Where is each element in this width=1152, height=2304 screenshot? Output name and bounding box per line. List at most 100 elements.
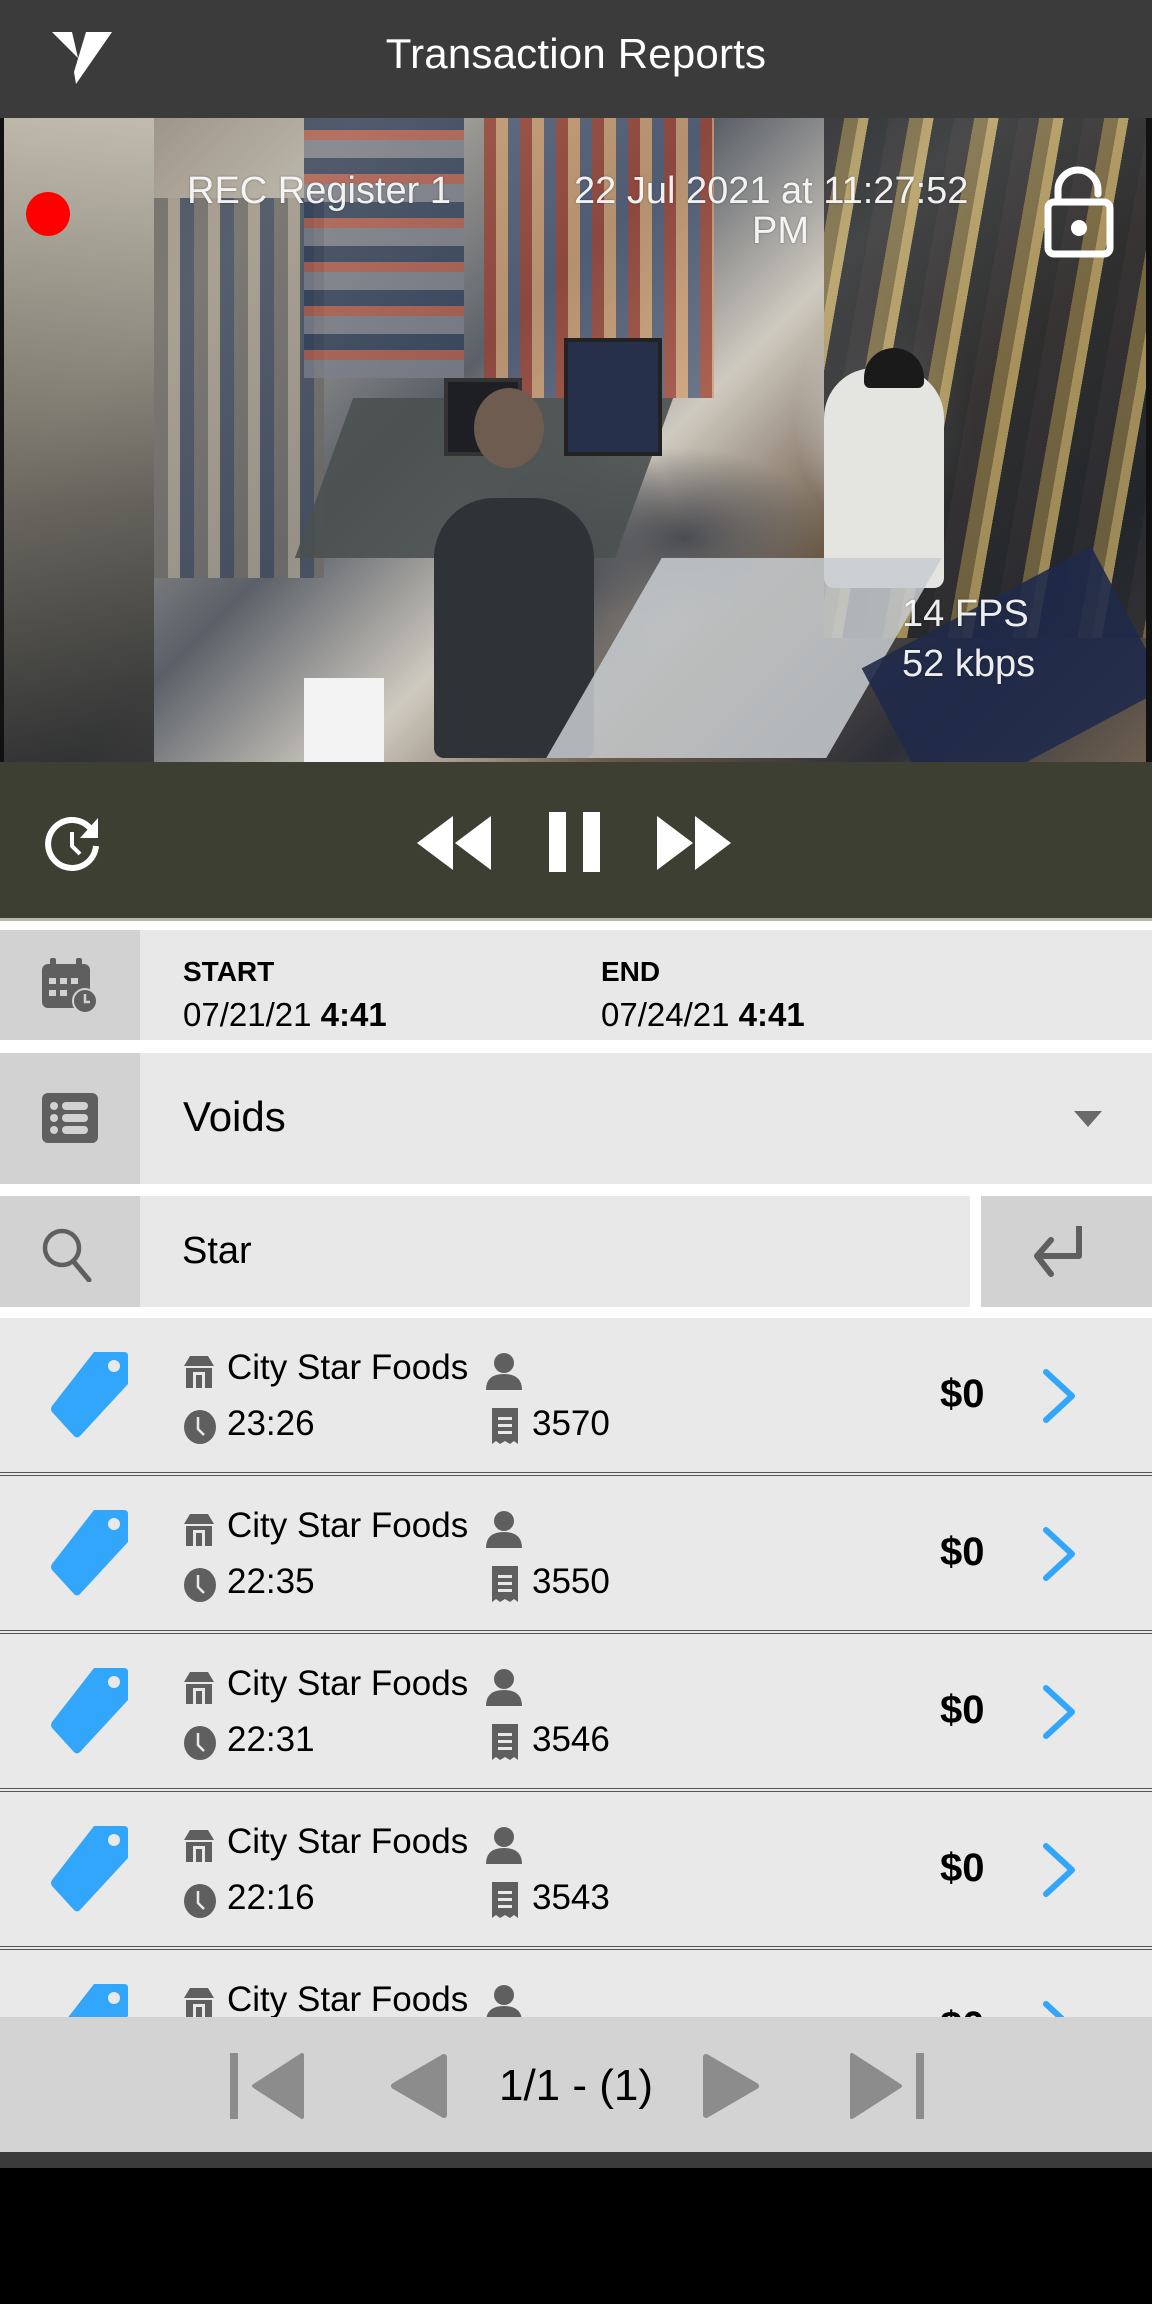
store-name: City Star Foods (227, 1664, 469, 1703)
chevron-right-icon[interactable] (1040, 1842, 1080, 1898)
store-icon (184, 1514, 214, 1546)
receipt-number: 3550 (532, 1562, 610, 1601)
transaction-time: 22:35 (227, 1562, 315, 1601)
search-submit-button[interactable] (981, 1196, 1152, 1307)
transaction-amount: $0 (940, 1846, 985, 1890)
transaction-row[interactable]: City Star Foods 23:26 3570 $0 (0, 1318, 1152, 1476)
transaction-amount: $0 (940, 2004, 985, 2018)
end-date: 07/24/21 (601, 996, 730, 1033)
start-time: 4:41 (320, 996, 387, 1033)
scene-pos-screen (564, 338, 662, 456)
transaction-list[interactable]: City Star Foods 23:26 3570 $0 City Star Food… (0, 1318, 1152, 2018)
video-timestamp-ampm: PM (752, 210, 809, 252)
end-datetime[interactable]: 07/24/21 4:41 (601, 996, 805, 1034)
dropdown-caret-icon (1074, 1111, 1102, 1127)
store-name: City Star Foods (227, 1506, 469, 1545)
store-name: City Star Foods (227, 1980, 469, 2018)
page-title: Transaction Reports (385, 30, 767, 77)
store-icon (184, 1672, 214, 1704)
list-icon-cell (0, 1053, 140, 1184)
report-type-dropdown[interactable]: Voids (0, 1053, 1152, 1184)
report-type-value: Voids (183, 1093, 286, 1140)
user-icon (486, 1985, 522, 2018)
transaction-row[interactable]: City Star Foods $0 (0, 1950, 1152, 2018)
transaction-row[interactable]: City Star Foods 22:35 3550 $0 (0, 1476, 1152, 1634)
video-fps: 14 FPS (902, 593, 1029, 635)
price-tag-icon (51, 1668, 128, 1754)
receipt-icon (492, 1882, 518, 1918)
transaction-row[interactable]: City Star Foods 22:31 3546 $0 (0, 1634, 1152, 1792)
receipt-icon (492, 1408, 518, 1444)
search-icon-cell (0, 1196, 140, 1307)
receipt-number: 3570 (532, 1404, 610, 1443)
start-date: 07/21/21 (183, 996, 312, 1033)
store-name: City Star Foods (227, 1822, 469, 1861)
camera-video-feed[interactable]: REC Register 1 22 Jul 2021 at 11:27:52 P… (0, 118, 1152, 762)
page-indicator: 1/1 - (1) (498, 2061, 654, 2110)
chevron-right-icon[interactable] (1040, 2000, 1080, 2018)
transaction-time: 22:16 (227, 1878, 315, 1917)
pause-icon[interactable] (549, 812, 601, 872)
receipt-icon (492, 1566, 518, 1602)
transaction-amount: $0 (940, 1530, 985, 1574)
transaction-time: 22:31 (227, 1720, 315, 1759)
receipt-icon (492, 1724, 518, 1760)
search-input[interactable] (140, 1196, 960, 1307)
list-icon (42, 1093, 98, 1143)
store-icon (184, 1356, 214, 1388)
divider (0, 918, 1152, 921)
chevron-right-icon[interactable] (1040, 1368, 1080, 1424)
video-timestamp: 22 Jul 2021 at 11:27:52 (574, 170, 969, 212)
receipt-number: 3543 (532, 1878, 610, 1917)
bottom-edge-bar (0, 2152, 1152, 2168)
scene-customer (824, 368, 944, 588)
price-tag-icon (51, 1510, 128, 1596)
price-tag-icon (51, 1826, 128, 1912)
scene-aisle-shelf (304, 118, 464, 378)
recording-indicator (26, 192, 70, 236)
camera-label: REC Register 1 (187, 170, 451, 212)
transaction-row[interactable]: City Star Foods 22:16 3543 $0 (0, 1792, 1152, 1950)
last-page-icon[interactable] (850, 2053, 926, 2119)
clock-icon (184, 1410, 216, 1444)
user-icon (486, 1511, 522, 1548)
end-label: END (601, 956, 661, 987)
enter-icon (1034, 1226, 1082, 1277)
chevron-right-icon[interactable] (1040, 1526, 1080, 1582)
player-controls (0, 762, 1152, 918)
store-icon (184, 1830, 214, 1862)
start-label: START (183, 956, 275, 987)
user-icon (486, 1353, 522, 1390)
store-name: City Star Foods (227, 1348, 469, 1387)
search-bar (0, 1196, 970, 1307)
clock-icon (184, 1884, 216, 1918)
rewind-icon[interactable] (417, 816, 493, 870)
clock-icon (184, 1568, 216, 1602)
pagination-bar: 1/1 - (1) (0, 2017, 1152, 2152)
unlock-icon[interactable] (1044, 166, 1116, 258)
end-time: 4:41 (738, 996, 805, 1033)
scene-display-rack (154, 198, 324, 578)
fast-forward-icon[interactable] (657, 816, 733, 870)
user-icon (486, 1827, 522, 1864)
chevron-right-icon[interactable] (1040, 1684, 1080, 1740)
transaction-amount: $0 (940, 1372, 985, 1416)
search-icon (42, 1228, 92, 1282)
store-icon (184, 1988, 214, 2018)
app-header: Transaction Reports (0, 0, 1152, 118)
video-bitrate: 52 kbps (902, 643, 1036, 685)
user-icon (486, 1669, 522, 1706)
price-tag-icon (67, 1984, 128, 2018)
clock-icon (184, 1726, 216, 1760)
app: Transaction Reports REC Register 1 22 Ju… (0, 0, 1152, 2168)
transaction-amount: $0 (940, 1688, 985, 1732)
transaction-time: 23:26 (227, 1404, 315, 1443)
scene-papers (304, 678, 384, 762)
scene-cashier-head (474, 388, 544, 468)
clock-refresh-icon[interactable] (44, 816, 104, 874)
receipt-number: 3546 (532, 1720, 610, 1759)
start-datetime[interactable]: 07/21/21 4:41 (183, 996, 387, 1034)
date-range-selector[interactable]: START 07/21/21 4:41 END 07/24/21 4:41 (0, 930, 1152, 1040)
next-page-icon[interactable] (702, 2053, 762, 2119)
calendar-clock-icon (42, 958, 98, 1014)
